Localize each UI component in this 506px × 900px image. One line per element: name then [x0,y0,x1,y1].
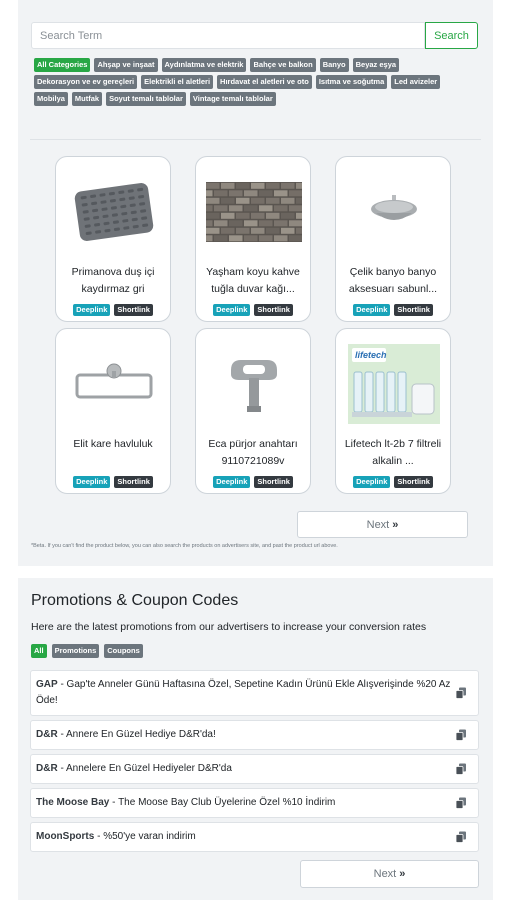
towel-rail-icon [66,349,162,419]
promotion-advertiser: The Moose Bay [36,797,110,808]
category-badge[interactable]: Soyut temalı tablolar [106,92,186,106]
product-link-buttons: Deeplink Shortlink [196,304,310,316]
divider [30,139,481,140]
copy-icon[interactable] [455,687,466,699]
product-title: Çelik banyo banyo aksesuarı sabunl... [348,266,438,295]
copy-icon[interactable] [455,831,466,843]
category-badge[interactable]: Bahçe ve balkon [250,58,316,72]
product-link-buttons: Deeplink Shortlink [56,304,170,316]
product-card[interactable]: Primanova duş içi kaydırmaz gri Deeplink S… [55,156,171,322]
products-next-button[interactable]: Next » [297,511,468,538]
promotion-text: - The Moose Bay Club Üyelerine Özel %10 … [109,797,336,808]
category-badge[interactable]: Beyaz eşya [352,58,400,72]
product-search-panel: Search All CategoriesAhşap ve inşaatAydı… [18,0,493,566]
product-card[interactable]: Çelik banyo banyo aksesuarı sabunl... Dee… [335,156,451,322]
promotion-item: GAP - Gap'te Anneler Günü Haftasına Özel… [30,670,479,716]
double-chevron-right-icon: » [399,868,406,880]
product-link-buttons: Deeplink Shortlink [196,476,310,488]
promotions-title: Promotions & Coupon Codes [31,592,239,609]
product-title: Elit kare havluluk [73,438,153,450]
product-card[interactable]: Eca pürjor anahtarı 9110721089v Deeplink S… [195,328,311,494]
category-filter-list: All Categories Ahşap ve inşaat Aydınlatma … [34,58,464,106]
deeplink-button[interactable]: Deeplink [213,476,251,488]
category-badge[interactable]: Banyo [319,58,349,72]
deeplink-button[interactable]: Deeplink [353,304,391,316]
double-chevron-right-icon: » [392,518,399,531]
shortlink-button[interactable]: Shortlink [254,304,293,316]
promotion-item: The Moose Bay - The Moose Bay Club Üyele… [30,788,479,818]
search-bar: Search [31,22,478,49]
product-title: Yaşham koyu kahve tuğla duvar kağı... [206,266,300,295]
beta-note: *Beta. If you can't find the product bel… [31,543,338,549]
category-badge[interactable]: Dekorasyon ve ev gereçleri [34,75,138,89]
promotion-advertiser: MoonSports [36,831,95,842]
category-badge[interactable]: Ahşap ve inşaat [94,58,158,72]
shortlink-button[interactable]: Shortlink [114,476,153,488]
category-badge[interactable]: All Categories [34,58,91,72]
brick-wallpaper-icon [206,177,302,247]
promotion-filter-badge[interactable]: Promotions [51,644,100,658]
deeplink-button[interactable]: Deeplink [73,304,111,316]
promotions-panel: Promotions & Coupon Codes Here are the l… [18,578,493,900]
shortlink-button[interactable]: Shortlink [394,304,433,316]
promotion-text: - %50'ye varan indirim [94,831,196,842]
promotion-item: D&R - Annere En Güzel Hediye D&R'da! [30,720,479,750]
promotion-list: GAP - Gap'te Anneler Günü Haftasına Özel… [30,670,479,856]
product-card[interactable]: Elit kare havluluk Deeplink Shortlink [55,328,171,494]
category-badge[interactable]: Elektrikli el aletleri [141,75,214,89]
category-badge[interactable]: Aydınlatma ve elektrik [161,58,247,72]
copy-icon[interactable] [455,763,466,775]
product-link-buttons: Deeplink Shortlink [336,476,450,488]
product-card[interactable]: lifetech Lifetech lt-2b 7 filtreli alkali… [335,328,451,494]
promotion-text: - Gap'te Anneler Günü Haftasına Özel, Se… [36,679,451,706]
promotion-advertiser: GAP [36,679,58,690]
promotion-filter-badge[interactable]: All [31,644,47,658]
copy-icon[interactable] [455,729,466,741]
radiator-key-icon [206,349,302,419]
deeplink-button[interactable]: Deeplink [213,304,251,316]
category-badge[interactable]: Mobilya [34,92,68,106]
deeplink-button[interactable]: Deeplink [353,476,391,488]
category-badge[interactable]: Vintage temalı tablolar [189,92,276,106]
deeplink-button[interactable]: Deeplink [73,476,111,488]
next-label: Next [373,868,397,880]
soap-dish-icon [346,177,442,247]
product-link-buttons: Deeplink Shortlink [56,476,170,488]
product-title: Primanova duş içi kaydırmaz gri [71,266,155,295]
shortlink-button[interactable]: Shortlink [254,476,293,488]
shortlink-button[interactable]: Shortlink [394,476,433,488]
promotion-item: MoonSports - %50'ye varan indirim [30,822,479,852]
category-badge[interactable]: Led avizeler [391,75,441,89]
search-button[interactable]: Search [425,22,478,49]
category-badge[interactable]: Mutfak [71,92,103,106]
promotions-next-button[interactable]: Next » [300,860,479,888]
promotion-filter-badge[interactable]: Coupons [104,644,143,658]
search-input[interactable] [31,22,425,49]
product-link-buttons: Deeplink Shortlink [336,304,450,316]
promotion-advertiser: D&R [36,763,58,774]
promotion-filter-list: All Promotions Coupons [31,644,143,658]
shower-mat-icon [66,177,162,247]
category-badge[interactable]: Hırdavat el aletleri ve oto [217,75,312,89]
svg-text:lifetech: lifetech [355,350,387,360]
promotion-item: D&R - Annelere En Güzel Hediyeler D&R'da [30,754,479,784]
product-grid: Primanova duş içi kaydırmaz gri Deeplink S… [55,156,467,494]
product-title: Eca pürjor anahtarı 9110721089v [208,438,298,467]
shortlink-button[interactable]: Shortlink [114,304,153,316]
water-filter-icon: lifetech [346,344,442,424]
product-card[interactable]: Yaşham koyu kahve tuğla duvar kağı... Dee… [195,156,311,322]
promotion-text: - Annere En Güzel Hediye D&R'da! [57,729,216,740]
promotion-advertiser: D&R [36,729,58,740]
category-badge[interactable]: Isıtma ve soğutma [315,75,388,89]
copy-icon[interactable] [455,797,466,809]
next-label: Next [366,518,390,531]
product-title: Lifetech lt-2b 7 filtreli alkalin ... [344,438,442,467]
promotion-text: - Annelere En Güzel Hediyeler D&R'da [57,763,232,774]
promotions-subtitle: Here are the latest promotions from our … [31,621,427,633]
